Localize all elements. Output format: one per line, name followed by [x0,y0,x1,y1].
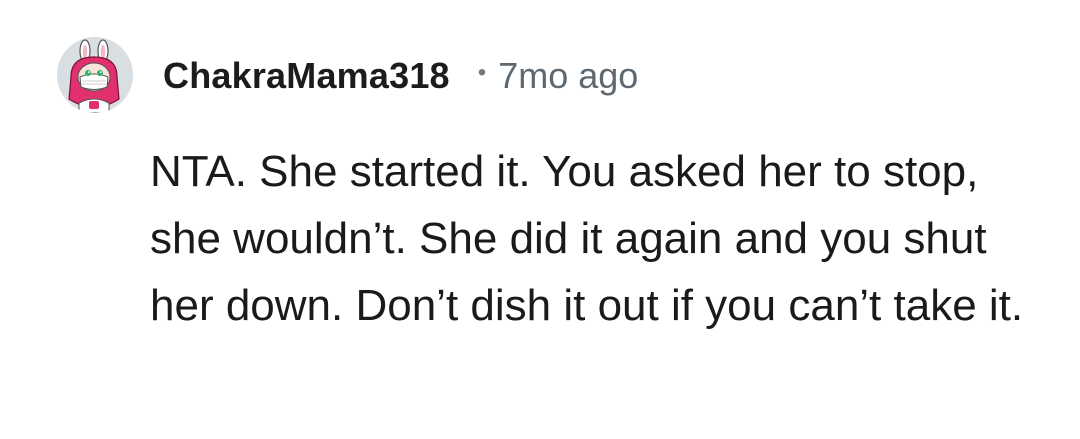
user-avatar[interactable] [57,37,133,113]
username-link[interactable]: ChakraMama318 [163,55,450,97]
comment-meta: ChakraMama318 • 7mo ago [163,54,638,98]
comment-body: NTA. She started it. You asked her to st… [150,147,1024,330]
separator-dot: • [477,59,487,86]
bunny-avatar-icon [57,37,133,113]
comment-card: ChakraMama318 • 7mo ago NTA. She started… [0,0,1080,439]
comment-timestamp: 7mo ago [498,55,639,96]
